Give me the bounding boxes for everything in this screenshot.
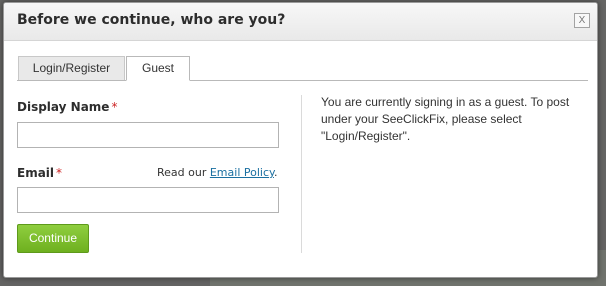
email-policy-note: Read our Email Policy. — [157, 166, 277, 179]
email-label-text: Email — [17, 166, 55, 180]
guest-info-text: You are currently signing in as a guest.… — [321, 95, 570, 143]
tab-guest[interactable]: Guest — [126, 56, 190, 81]
dialog-titlebar: Before we continue, who are you? X — [4, 3, 597, 41]
tab-bar: Login/Register Guest — [17, 56, 588, 81]
display-name-input[interactable] — [17, 122, 279, 148]
tab-login-register[interactable]: Login/Register — [18, 56, 125, 80]
column-divider — [301, 95, 302, 253]
continue-button[interactable]: Continue — [17, 224, 89, 253]
who-are-you-dialog: Before we continue, who are you? X Login… — [3, 2, 598, 278]
required-marker: * — [111, 100, 118, 114]
dialog-title: Before we continue, who are you? — [17, 12, 286, 28]
display-name-label-text: Display Name — [17, 100, 110, 114]
email-label: Email * — [17, 166, 62, 180]
close-button[interactable]: X — [574, 13, 590, 28]
email-policy-prefix: Read our — [157, 166, 210, 179]
close-icon: X — [578, 15, 586, 26]
display-name-label: Display Name * — [17, 100, 117, 114]
required-marker: * — [56, 166, 63, 180]
email-policy-suffix: . — [273, 166, 278, 179]
email-policy-link[interactable]: Email Policy — [210, 166, 274, 179]
email-input[interactable] — [17, 187, 279, 213]
